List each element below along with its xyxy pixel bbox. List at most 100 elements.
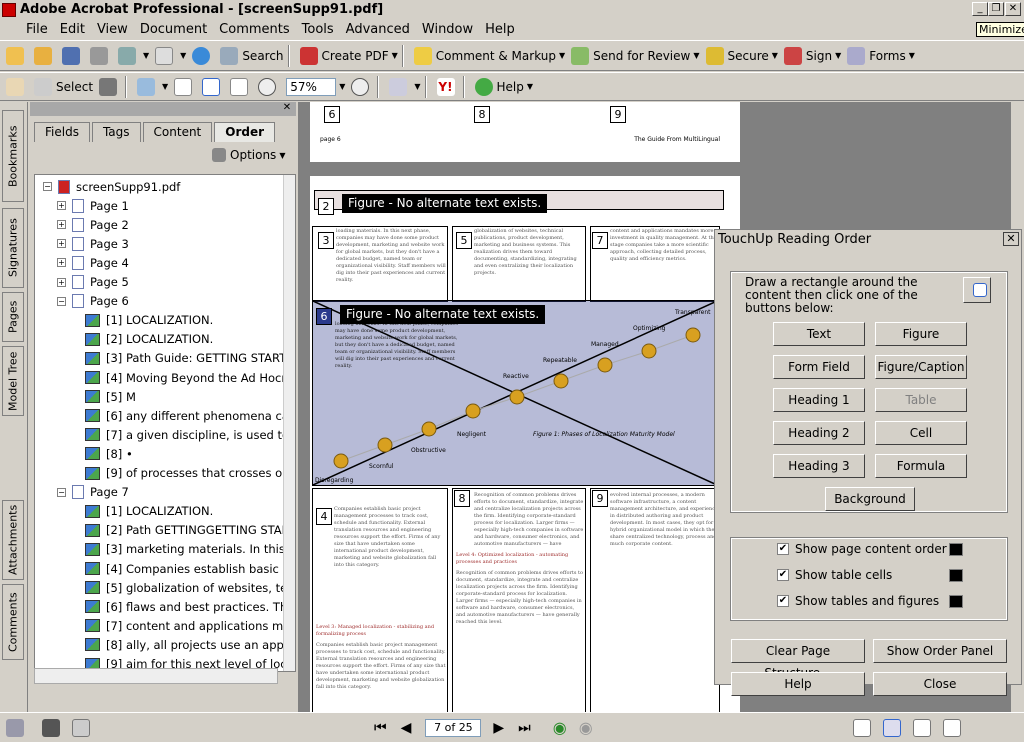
tables-figures-color[interactable] bbox=[949, 595, 963, 608]
attachment-icon[interactable] bbox=[6, 718, 24, 737]
tab-tags[interactable]: Tags bbox=[91, 122, 141, 142]
collapse-icon[interactable]: − bbox=[57, 487, 66, 497]
figure-caption-button[interactable]: Figure/Caption bbox=[875, 355, 967, 379]
order-tree-tag[interactable]: [6] flaws and best practices. They w bbox=[85, 597, 295, 616]
order-tree-tag[interactable]: [3] marketing materials. In this next bbox=[85, 540, 295, 559]
menu-tools[interactable]: Tools bbox=[296, 22, 340, 37]
show-page-content-order-checkbox[interactable]: ✔ Show page content order bbox=[777, 542, 947, 556]
menu-advanced[interactable]: Advanced bbox=[340, 22, 416, 37]
search-button[interactable]: Search bbox=[220, 44, 284, 68]
create-icon[interactable] bbox=[6, 46, 24, 65]
sign-button[interactable]: Sign ▼ bbox=[783, 44, 841, 68]
minimize-button[interactable]: _ bbox=[972, 2, 988, 16]
secure-button[interactable]: Secure ▼ bbox=[705, 44, 778, 68]
order-tree-tag[interactable]: [1] LOCALIZATION. bbox=[85, 502, 213, 521]
show-tables-figures-checkbox[interactable]: ✔ Show tables and figures bbox=[777, 594, 939, 608]
attach-icon[interactable] bbox=[155, 46, 174, 65]
menu-view[interactable]: View bbox=[91, 22, 134, 37]
content-order-color[interactable] bbox=[949, 543, 963, 556]
select-tool-button[interactable]: Select bbox=[34, 75, 93, 99]
expand-icon[interactable]: + bbox=[57, 258, 66, 268]
order-tree-tag[interactable]: [6] any different phenomena can dr bbox=[85, 406, 295, 425]
page-number-input[interactable]: 7 of 25 bbox=[425, 718, 482, 737]
close-panel-icon[interactable]: ✕ bbox=[281, 103, 293, 115]
hand-tool-icon[interactable] bbox=[6, 77, 24, 96]
previous-page-icon[interactable]: ◀ bbox=[401, 720, 412, 736]
tab-order[interactable]: Order bbox=[214, 122, 276, 142]
organizer-icon[interactable] bbox=[118, 46, 136, 65]
order-tree-tag[interactable]: [7] content and applications mandal bbox=[85, 616, 295, 635]
heading-1-button[interactable]: Heading 1 bbox=[773, 388, 865, 412]
zoom-input[interactable]: 57% bbox=[286, 77, 337, 96]
tab-signatures[interactable]: Signatures bbox=[2, 208, 24, 288]
actual-size-icon[interactable] bbox=[174, 77, 193, 96]
menu-help[interactable]: Help bbox=[479, 22, 521, 37]
order-tree-tag[interactable]: [2] Path GETTINGGETTING STARTED bbox=[85, 521, 295, 540]
tree-vertical-scrollbar[interactable] bbox=[283, 175, 295, 671]
tab-model-tree[interactable]: Model Tree bbox=[2, 346, 24, 416]
figure-button[interactable]: Figure bbox=[875, 322, 967, 346]
menu-document[interactable]: Document bbox=[134, 22, 213, 37]
last-page-icon[interactable]: ⏭ bbox=[518, 720, 531, 736]
email-icon[interactable] bbox=[192, 46, 211, 65]
zoom-in-icon[interactable] bbox=[137, 77, 156, 96]
close-button[interactable]: Close bbox=[873, 672, 1007, 696]
next-page-icon[interactable]: ▶ bbox=[493, 720, 504, 736]
page-layout-icon[interactable] bbox=[42, 718, 60, 737]
order-tree-tag[interactable]: [2] LOCALIZATION. bbox=[85, 330, 213, 349]
expand-icon[interactable]: + bbox=[57, 277, 66, 287]
tab-fields[interactable]: Fields bbox=[34, 122, 90, 142]
expand-icon[interactable]: + bbox=[57, 239, 66, 249]
page-view-icon[interactable] bbox=[72, 718, 90, 737]
order-tree-page[interactable]: + Page 5 bbox=[57, 273, 129, 292]
expand-icon[interactable]: + bbox=[57, 220, 66, 230]
clear-page-structure-button[interactable]: Clear Page Structure... bbox=[731, 639, 865, 680]
menu-window[interactable]: Window bbox=[416, 22, 479, 37]
order-tree-tag[interactable]: [7] a given discipline, is used to impr bbox=[85, 425, 295, 444]
save-icon[interactable] bbox=[62, 46, 80, 65]
order-tree-page[interactable]: − Page 7 bbox=[57, 483, 129, 502]
menu-edit[interactable]: Edit bbox=[54, 22, 91, 37]
show-table-cells-checkbox[interactable]: ✔ Show table cells bbox=[777, 568, 892, 582]
collapse-icon[interactable]: − bbox=[43, 182, 52, 191]
trash-icon[interactable] bbox=[212, 148, 226, 162]
forms-button[interactable]: Forms ▼ bbox=[847, 44, 915, 68]
go-back-icon[interactable]: ◉ bbox=[553, 718, 567, 737]
tab-comments[interactable]: Comments bbox=[2, 584, 24, 660]
order-tree-tag[interactable]: [4] Companies establish basic projec bbox=[85, 559, 295, 578]
fit-width-icon[interactable] bbox=[230, 77, 249, 96]
order-tree-tag[interactable]: [8] ally, all projects use an approve bbox=[85, 635, 295, 654]
cell-button[interactable]: Cell bbox=[875, 421, 967, 445]
order-tree-page[interactable]: + Page 3 bbox=[57, 234, 129, 253]
options-menu[interactable]: Options ▼ bbox=[212, 148, 285, 162]
snapshot-icon[interactable] bbox=[99, 77, 118, 96]
first-page-icon[interactable]: ⏮ bbox=[374, 720, 387, 736]
form-field-button[interactable]: Form Field bbox=[773, 355, 865, 379]
yahoo-icon[interactable]: Y! bbox=[436, 77, 455, 96]
formula-button[interactable]: Formula bbox=[875, 454, 967, 478]
checkbox[interactable]: ✔ bbox=[777, 543, 789, 555]
continuous-facing-icon[interactable] bbox=[942, 718, 961, 737]
facing-icon[interactable] bbox=[912, 718, 931, 737]
order-tree-tag[interactable]: [5] M bbox=[85, 387, 136, 406]
table-cells-color[interactable] bbox=[949, 569, 963, 582]
order-tree-document[interactable]: − screenSupp91.pdf bbox=[43, 177, 180, 196]
single-page-icon[interactable] bbox=[852, 718, 871, 737]
expand-icon[interactable]: + bbox=[57, 201, 66, 211]
open-icon[interactable] bbox=[34, 46, 52, 65]
dialog-close-icon[interactable]: ✕ bbox=[1003, 232, 1019, 246]
order-tree-tag[interactable]: [3] Path Guide: GETTING STARTED bbox=[85, 349, 295, 368]
send-review-button[interactable]: Send for Review ▼ bbox=[571, 44, 700, 68]
order-tree-tag[interactable]: [8] • bbox=[85, 444, 133, 463]
heading-3-button[interactable]: Heading 3 bbox=[773, 454, 865, 478]
fit-page-icon[interactable] bbox=[202, 77, 221, 96]
order-tree-tag[interactable]: [9] of processes that crosses organ bbox=[85, 464, 295, 483]
zoom-out-icon[interactable] bbox=[258, 77, 277, 96]
draw-rectangle-button[interactable] bbox=[963, 277, 991, 303]
comment-markup-button[interactable]: Comment & Markup ▼ bbox=[413, 44, 565, 68]
checkbox[interactable]: ✔ bbox=[777, 569, 789, 581]
zoom-plus-icon[interactable] bbox=[351, 77, 370, 96]
order-tree-page[interactable]: + Page 2 bbox=[57, 215, 129, 234]
order-tree-page[interactable]: + Page 1 bbox=[57, 196, 129, 215]
tab-content[interactable]: Content bbox=[142, 122, 213, 142]
